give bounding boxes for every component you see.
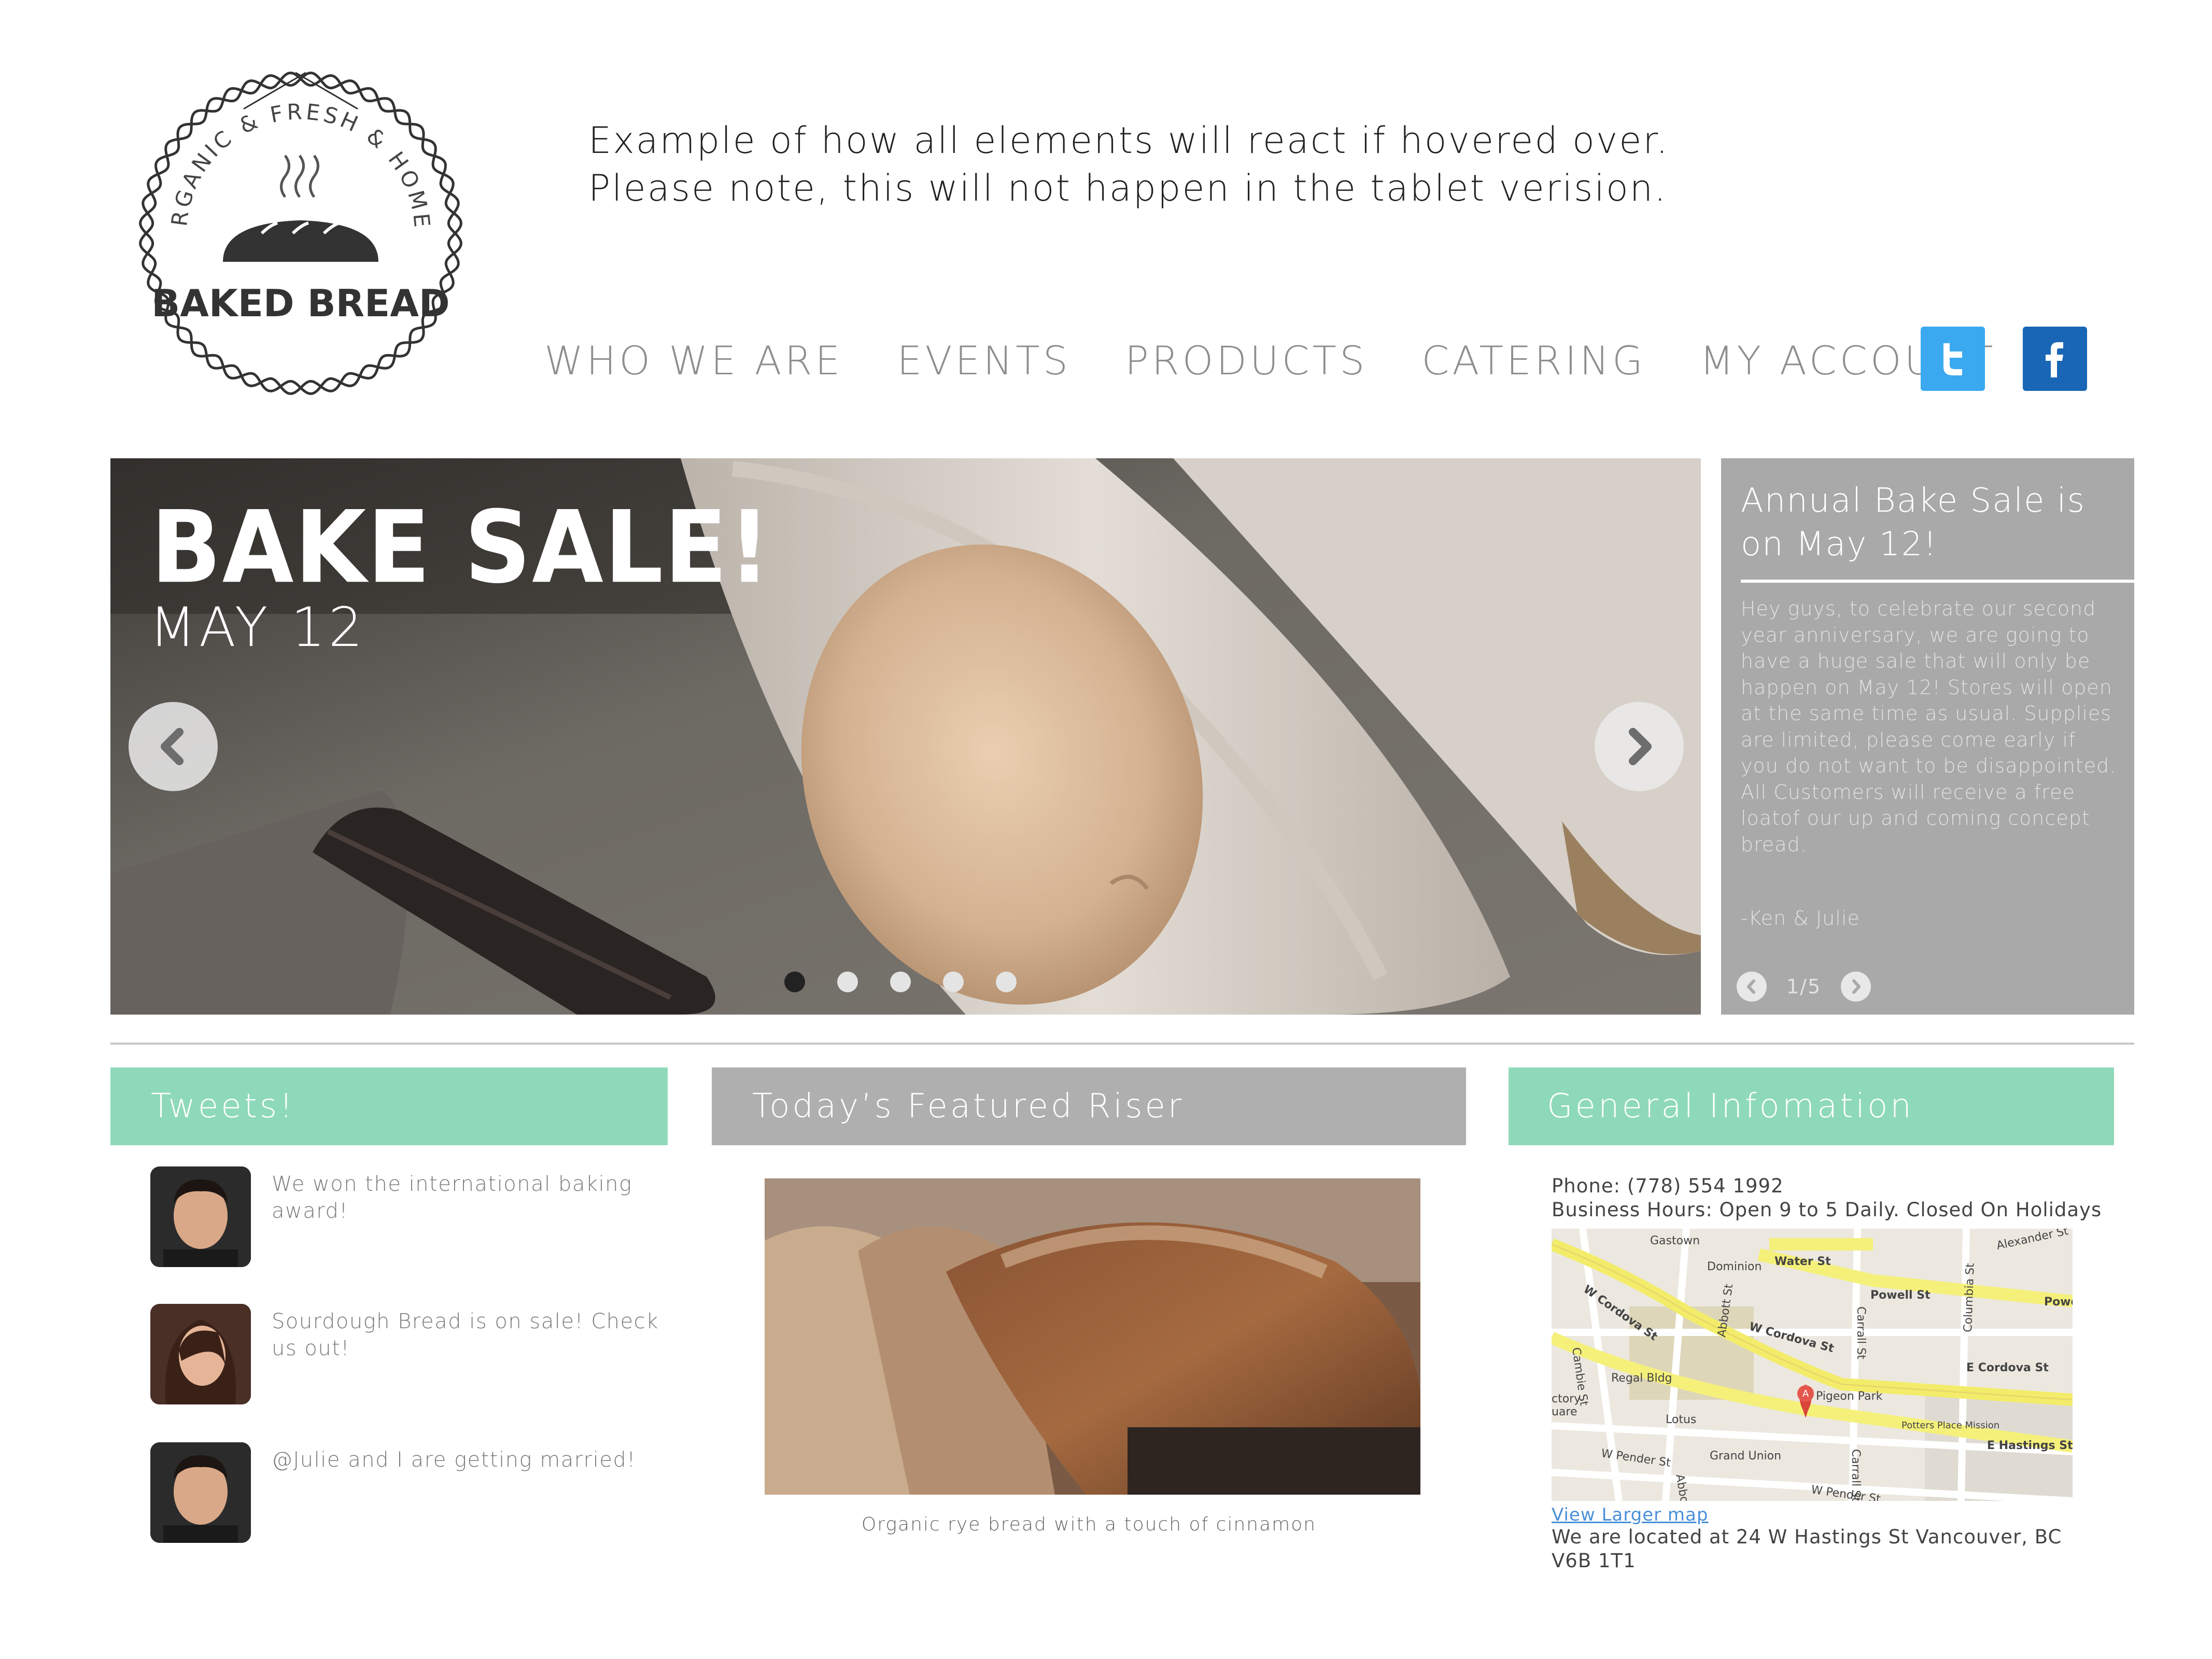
slide-indicators xyxy=(784,972,1049,992)
map-label: E Hastings St xyxy=(1987,1439,2073,1452)
tweet-text: Sourdough Bread is on sale! Check us out… xyxy=(272,1310,659,1360)
map-label: Dominion xyxy=(1707,1260,1762,1273)
slide-dot-3[interactable] xyxy=(890,972,911,992)
logo[interactable]: ORGANIC & FRESH & HOMEY BAKED BREAD xyxy=(119,42,472,404)
chevron-left-icon xyxy=(1747,979,1755,994)
tweets-header: Tweets! xyxy=(110,1067,668,1145)
map-label: Powell St xyxy=(1870,1289,1931,1302)
hero-next-button[interactable] xyxy=(1595,702,1684,791)
panel-divider xyxy=(1741,580,2134,583)
nav-events[interactable]: EVENTS xyxy=(897,338,1071,384)
notice-line-1: Example of how all elements will react i… xyxy=(588,119,1669,162)
facebook-icon xyxy=(2046,342,2063,377)
slide-dot-5[interactable] xyxy=(996,972,1017,992)
nav-products[interactable]: PRODUCTS xyxy=(1125,338,1368,384)
hover-notice: Example of how all elements will react i… xyxy=(588,117,1729,212)
chevron-left-icon xyxy=(161,728,184,765)
panel-prev-button[interactable] xyxy=(1737,972,1767,1002)
avatar-man-icon xyxy=(150,1442,251,1543)
tweet-item[interactable]: We won the international baking award! xyxy=(150,1166,669,1270)
map-label: Carrall St xyxy=(1854,1306,1867,1359)
map-label: Regal Bldg xyxy=(1611,1372,1672,1385)
panel-title: Annual Bake Sale is on May 12! xyxy=(1741,482,2086,564)
map-label: Lotus xyxy=(1666,1413,1696,1426)
info-phone: Phone: (778) 554 1992 xyxy=(1552,1175,1784,1197)
featured-bread-photo[interactable] xyxy=(765,1178,1420,1495)
map-label: Pigeon Park xyxy=(1816,1390,1883,1403)
avatar[interactable] xyxy=(150,1304,251,1404)
hero-slider[interactable]: BAKE SALE! MAY 12 xyxy=(110,458,1701,1015)
map-image: A Gastown Water St Dominion W Cordova St… xyxy=(1552,1229,2073,1501)
svg-text:ORGANIC & FRESH & HOMEY: ORGANIC & FRESH & HOMEY xyxy=(130,62,435,231)
avatar[interactable] xyxy=(150,1166,251,1267)
logo-arc-text: ORGANIC & FRESH & HOMEY xyxy=(119,42,432,231)
twitter-button[interactable] xyxy=(1921,327,1985,391)
notice-line-2: Please note, this will not happen in the… xyxy=(588,167,1668,209)
info-header: General Infomation xyxy=(1509,1067,2114,1145)
info-address: We are located at 24 W Hastings St Vanco… xyxy=(1552,1526,2062,1572)
panel-signature: -Ken & Julie xyxy=(1741,907,1860,930)
view-larger-map-link[interactable]: View Larger map xyxy=(1552,1505,1708,1525)
panel-pager: 1/5 xyxy=(1737,972,1871,1002)
map-label: Potters Place Mission xyxy=(1901,1420,1999,1431)
tweet-item[interactable]: Sourdough Bread is on sale! Check us out… xyxy=(150,1304,669,1408)
panel-next-button[interactable] xyxy=(1841,972,1871,1002)
panel-body: Hey guys, to celebrate our second year a… xyxy=(1741,597,2117,856)
tweet-text: We won the international baking award! xyxy=(272,1172,632,1223)
map-label: ctory xyxy=(1552,1393,1581,1405)
location-map[interactable]: A Gastown Water St Dominion W Cordova St… xyxy=(1552,1229,2073,1501)
slide-dot-1[interactable] xyxy=(784,972,805,992)
hero-prev-button[interactable] xyxy=(129,702,218,791)
map-label: Powe xyxy=(2044,1296,2073,1309)
logo-badge-icon: ORGANIC & FRESH & HOMEY BAKED BREAD xyxy=(119,42,462,395)
event-panel: Annual Bake Sale is on May 12! Hey guys,… xyxy=(1721,458,2134,1015)
chevron-right-icon xyxy=(1852,979,1861,994)
hero-date: MAY 12 xyxy=(149,596,366,659)
avatar-man-icon xyxy=(150,1166,251,1267)
featured-caption: Organic rye bread with a touch of cinnam… xyxy=(861,1514,1317,1535)
avatar[interactable] xyxy=(150,1442,251,1543)
map-label: Carrall St xyxy=(1849,1449,1862,1501)
facebook-button[interactable] xyxy=(2023,327,2087,391)
hero-title: BAKE SALE! xyxy=(151,489,772,606)
map-label: Columbia St xyxy=(1962,1263,1977,1333)
featured-header: Today’s Featured Riser xyxy=(712,1067,1466,1145)
info-hours: Business Hours: Open 9 to 5 Daily. Close… xyxy=(1552,1199,2102,1221)
nav-who-we-are[interactable]: WHO WE ARE xyxy=(544,338,843,384)
slide-dot-4[interactable] xyxy=(943,972,964,992)
panel-page-count: 1/5 xyxy=(1786,975,1822,998)
main-nav: WHO WE ARE EVENTS PRODUCTS CATERING MY A… xyxy=(544,332,1996,389)
info-contact: Phone: (778) 554 1992 Business Hours: Op… xyxy=(1552,1174,2122,1222)
map-label: Water St xyxy=(1774,1255,1831,1268)
map-label: Gastown xyxy=(1650,1234,1700,1247)
tweet-item[interactable]: @Julie and I are getting married! xyxy=(150,1442,669,1546)
slide-dot-2[interactable] xyxy=(837,972,858,992)
map-label: E Cordova St xyxy=(1966,1361,2049,1374)
map-label: uare xyxy=(1552,1405,1577,1418)
map-label: Grand Union xyxy=(1710,1450,1781,1463)
svg-text:A: A xyxy=(1802,1388,1809,1399)
avatar-woman-icon xyxy=(150,1304,251,1404)
section-divider xyxy=(110,1043,2134,1045)
rye-bread-image xyxy=(765,1178,1420,1495)
twitter-icon xyxy=(1943,343,1962,375)
chevron-right-icon xyxy=(1629,728,1652,765)
tweet-text: @Julie and I are getting married! xyxy=(272,1448,636,1472)
nav-catering[interactable]: CATERING xyxy=(1421,338,1646,384)
logo-name: BAKED BREAD xyxy=(151,282,449,325)
